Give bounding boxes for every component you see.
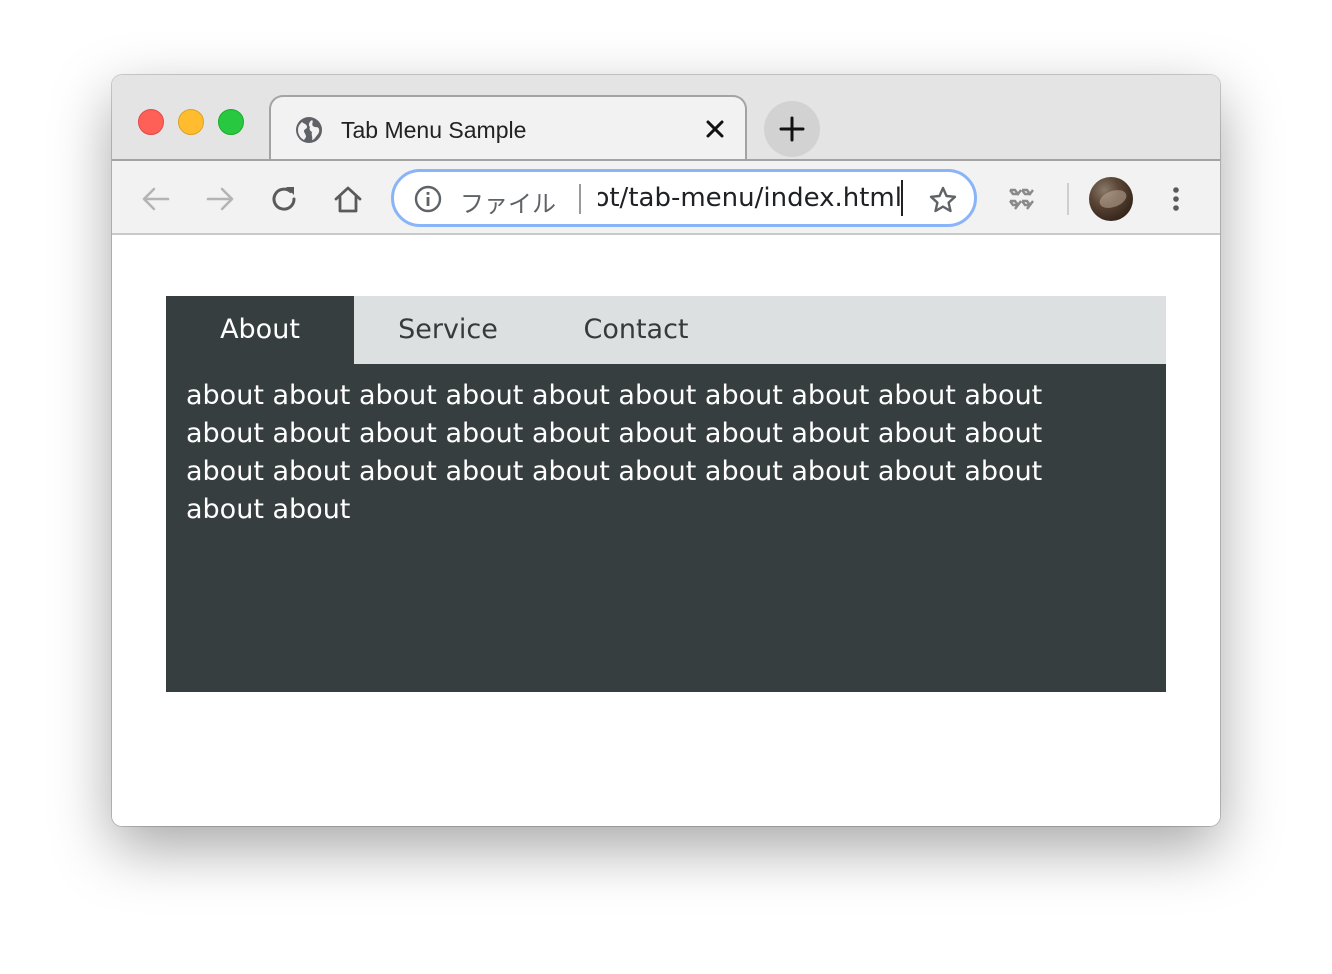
address-bar[interactable]: ファイル ot/tab-menu/index.html [391, 169, 977, 227]
kebab-menu-icon[interactable] [1160, 183, 1192, 215]
tab-about[interactable]: About [166, 296, 354, 364]
home-icon[interactable] [332, 183, 364, 215]
close-icon[interactable] [703, 117, 727, 141]
arrow-right-icon[interactable] [204, 183, 236, 215]
text-caret [901, 180, 903, 216]
new-tab-button[interactable] [764, 101, 820, 157]
info-icon[interactable] [414, 185, 442, 213]
url-separator [579, 184, 581, 214]
plus-icon [779, 116, 805, 142]
window-close-button[interactable] [138, 109, 164, 135]
reload-icon[interactable] [268, 183, 300, 215]
title-bar: Tab Menu Sample [112, 75, 1220, 161]
tab-panel-about: about about about about about about abou… [166, 364, 1166, 692]
browser-toolbar: ファイル ot/tab-menu/index.html [112, 159, 1220, 235]
tab-contact[interactable]: Contact [542, 296, 730, 364]
url-scheme-label: ファイル [460, 190, 556, 218]
browser-window: Tab Menu Sample ファイル ot/tab-menu/index.h… [112, 75, 1220, 826]
star-icon[interactable] [928, 185, 958, 215]
toolbar-divider [1067, 183, 1069, 215]
browser-tab[interactable]: Tab Menu Sample [269, 95, 747, 161]
page-content: About Service Contact about about about … [112, 235, 1220, 826]
extension-icon[interactable] [1005, 183, 1037, 215]
arrow-left-icon[interactable] [140, 183, 172, 215]
url-text[interactable]: ot/tab-menu/index.html [598, 183, 902, 213]
avatar[interactable] [1089, 177, 1133, 221]
window-minimize-button[interactable] [178, 109, 204, 135]
tab-title: Tab Menu Sample [341, 117, 527, 143]
tab-menu: About Service Contact about about about … [166, 296, 1166, 692]
window-maximize-button[interactable] [218, 109, 244, 135]
tab-panel-text: about about about about about about abou… [186, 380, 1043, 525]
globe-icon [296, 117, 322, 143]
tab-service[interactable]: Service [354, 296, 542, 364]
tab-menu-bar: About Service Contact [166, 296, 1166, 364]
